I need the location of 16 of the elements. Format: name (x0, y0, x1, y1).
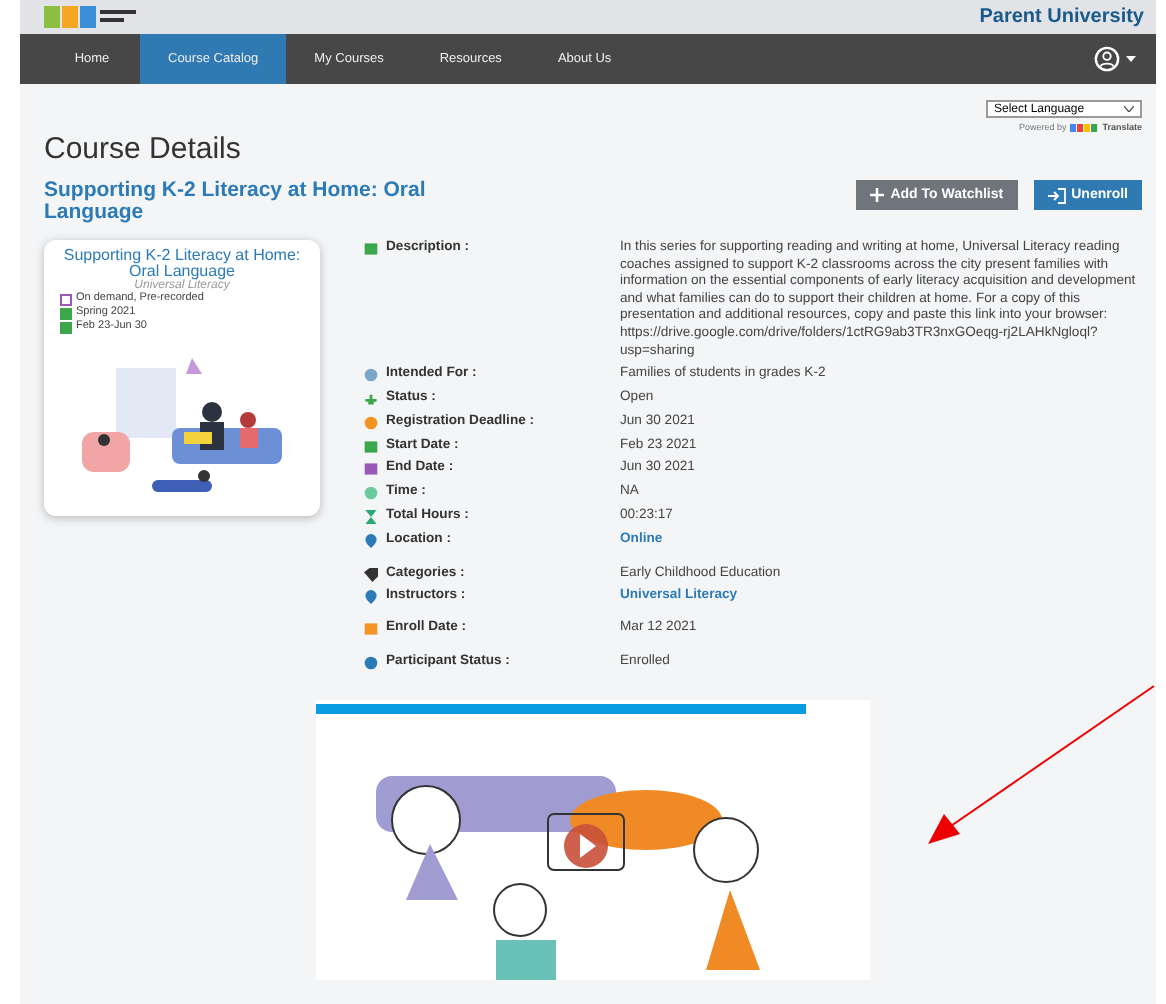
pin-icon (364, 590, 378, 605)
caret-icon[interactable] (1126, 56, 1136, 62)
chevron-icon (1124, 106, 1134, 112)
logo-icon (44, 4, 140, 30)
plus-icon (870, 188, 885, 202)
site-title: Parent University (979, 6, 1144, 28)
arrow-icon (924, 684, 1156, 848)
course-title: Supporting K-2 Literacy at Home: Oral Language (44, 180, 428, 224)
page-title: Course Details (44, 132, 243, 166)
tag-icon (364, 567, 378, 582)
user-icon[interactable] (1094, 46, 1120, 72)
hourglass-icon (364, 510, 378, 525)
google-logo-icon (1070, 123, 1099, 131)
exit-icon (1047, 187, 1066, 203)
pin-icon (364, 533, 378, 548)
card-title: Supporting K-2 Literacy at Home: Oral Language (61, 248, 303, 280)
